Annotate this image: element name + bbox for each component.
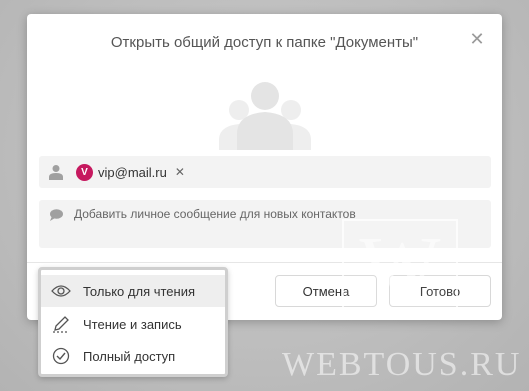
person-icon <box>49 165 63 180</box>
eye-icon <box>51 281 71 301</box>
speech-bubble-icon <box>50 209 63 221</box>
pencil-icon <box>51 314 71 334</box>
remove-recipient-icon[interactable]: ✕ <box>175 165 185 179</box>
message-placeholder: Добавить личное сообщение для новых конт… <box>74 207 356 221</box>
recipient-chip: V vip@mail.ru ✕ <box>76 163 185 181</box>
group-users-icon <box>219 82 311 150</box>
menu-item-label: Чтение и запись <box>83 316 182 332</box>
watermark-letter: W <box>359 219 441 312</box>
recipient-email: vip@mail.ru <box>98 164 167 180</box>
menu-item-read-write[interactable]: Чтение и запись <box>41 308 225 340</box>
menu-item-full-access[interactable]: Полный доступ <box>41 340 225 372</box>
access-level-menu: Только для чтения Чтение и запись Полный… <box>38 267 228 377</box>
watermark-text: WEBTOUS.RU <box>282 346 522 383</box>
close-icon[interactable]: ✕ <box>468 30 486 48</box>
watermark-logo: W <box>342 219 458 312</box>
dialog-title: Открыть общий доступ к папке "Документы" <box>110 34 419 51</box>
menu-item-read-only[interactable]: Только для чтения <box>41 275 225 307</box>
avatar: V <box>76 163 93 181</box>
recipients-input[interactable]: V vip@mail.ru ✕ <box>39 156 491 188</box>
menu-item-label: Полный доступ <box>83 348 176 364</box>
menu-item-label: Только для чтения <box>83 283 196 299</box>
check-circle-icon <box>51 346 71 366</box>
